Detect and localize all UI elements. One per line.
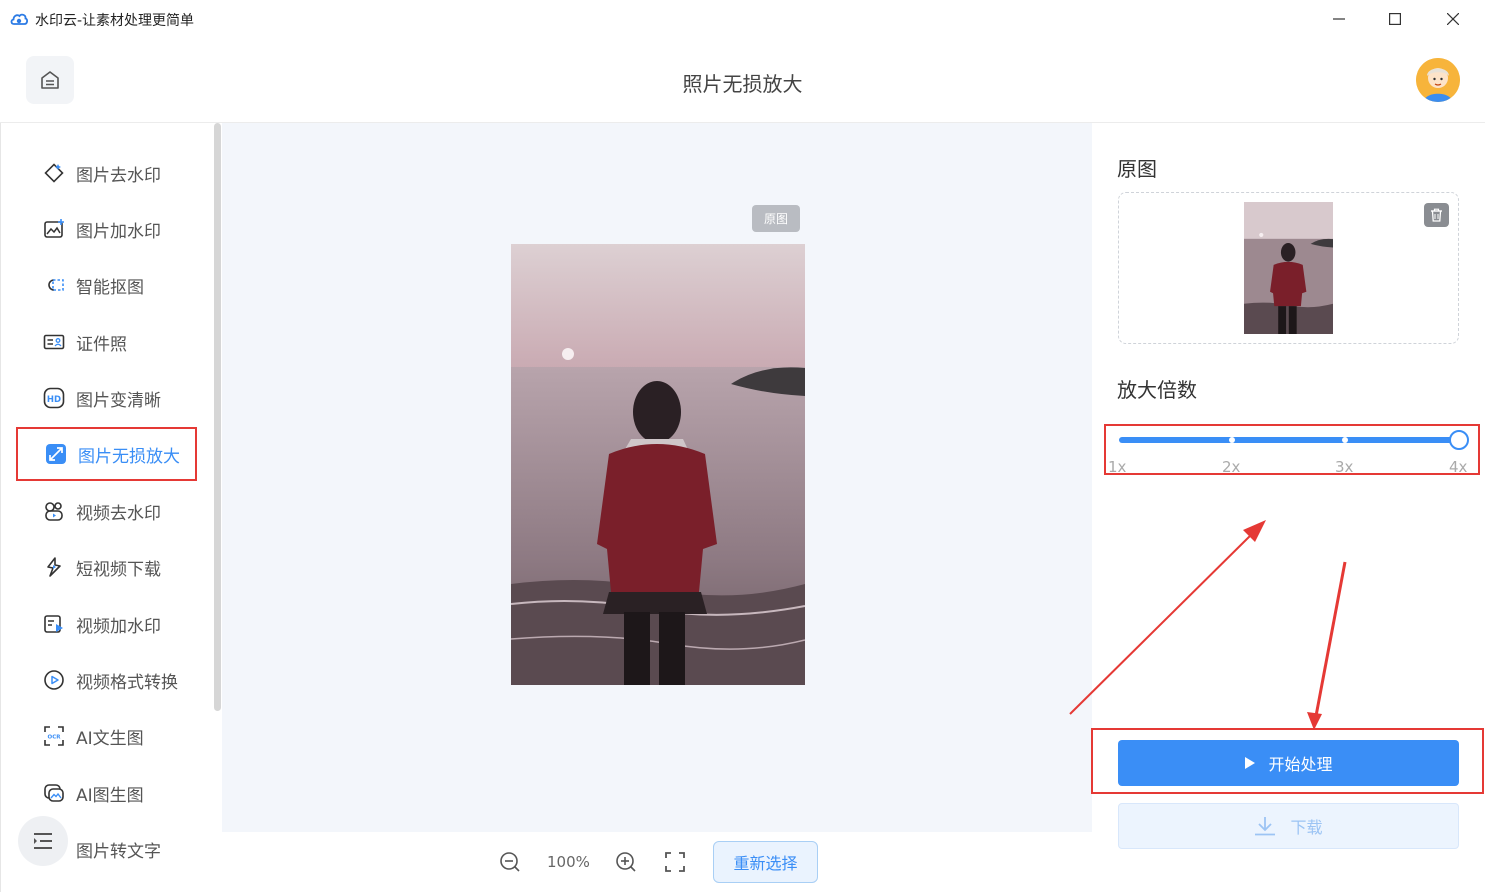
original-section-title: 原图 [1117, 157, 1157, 181]
maximize-button[interactable] [1372, 4, 1418, 34]
reselect-button[interactable]: 重新选择 [713, 841, 818, 883]
sidebar-item-add-image-watermark[interactable]: 图片加水印 [16, 202, 197, 256]
sidebar-item-remove-video-watermark[interactable]: 视频去水印 [16, 484, 197, 538]
ocr-icon: OCR [42, 724, 66, 748]
app-title: 水印云-让素材处理更简单 [35, 13, 195, 29]
minimize-button[interactable] [1316, 4, 1362, 34]
video-add-icon [42, 612, 66, 636]
menu-icon [34, 833, 52, 849]
short-video-icon [42, 555, 66, 579]
page-title: 照片无损放大 [682, 72, 803, 96]
original-thumbnail [1244, 202, 1333, 334]
video-eraser-icon [42, 499, 66, 523]
title-bar: 水印云-让素材处理更简单 [0, 0, 1485, 38]
avatar[interactable] [1416, 58, 1460, 102]
sidebar-scrollbar[interactable] [214, 123, 221, 711]
zoom-in-icon [616, 852, 636, 872]
original-tag: 原图 [752, 205, 800, 232]
fullscreen-button[interactable] [662, 849, 688, 875]
image-add-icon [42, 217, 66, 241]
scale-stop-2x[interactable] [1229, 437, 1235, 443]
preview-image [511, 244, 805, 685]
start-processing-label: 开始处理 [1268, 755, 1333, 774]
close-button[interactable] [1430, 4, 1476, 34]
scale-stop-3x[interactable] [1342, 437, 1348, 443]
enlarge-icon [44, 442, 68, 466]
play-circle-icon [42, 668, 66, 692]
close-icon [1447, 13, 1459, 25]
sidebar-item-add-video-watermark[interactable]: 视频加水印 [16, 597, 197, 651]
fullscreen-icon [665, 852, 685, 872]
zoom-out-button[interactable] [497, 849, 523, 875]
maximize-icon [1389, 13, 1401, 25]
sidebar-item-short-video-download[interactable]: 短视频下载 [16, 540, 197, 594]
cloud-logo-icon [10, 11, 28, 27]
delete-image-button[interactable] [1424, 203, 1449, 227]
eraser-icon [42, 161, 66, 185]
download-button[interactable]: 下载 [1118, 803, 1459, 849]
ai-image-icon [42, 781, 66, 805]
play-icon [1245, 757, 1256, 769]
scale-slider-track[interactable] [1119, 437, 1459, 443]
sidebar-item-image-sharpen[interactable]: HD 图片变清晰 [16, 371, 197, 425]
zoom-out-icon [500, 852, 520, 872]
zoom-level: 100% [547, 853, 590, 871]
id-card-icon [42, 330, 66, 354]
svg-text:HD: HD [47, 395, 61, 405]
hd-icon: HD [42, 386, 66, 410]
sidebar-item-ai-text-to-image[interactable]: OCR AI文生图 [16, 709, 197, 763]
scale-tick-1x: 1x [1108, 458, 1127, 476]
sidebar-item-id-photo[interactable]: 证件照 [16, 315, 197, 369]
svg-text:OCR: OCR [48, 735, 62, 741]
download-label: 下载 [1290, 818, 1323, 837]
sidebar-item-smart-cutout[interactable]: 智能抠图 [16, 258, 197, 312]
zoom-in-button[interactable] [613, 849, 639, 875]
download-icon [1255, 817, 1276, 836]
sidebar-item-video-format-convert[interactable]: 视频格式转换 [16, 653, 197, 707]
user-avatar-icon [1416, 58, 1460, 102]
scale-tick-3x: 3x [1335, 458, 1354, 476]
start-processing-button[interactable]: 开始处理 [1118, 740, 1459, 786]
sidebar-item-lossless-enlarge[interactable]: 图片无损放大 [16, 427, 197, 481]
scale-slider-highlight [1104, 424, 1480, 475]
scale-section-title: 放大倍数 [1117, 378, 1197, 402]
minimize-icon [1333, 18, 1345, 20]
canvas-toolbar [222, 832, 1092, 892]
collapse-menu-button[interactable] [18, 816, 68, 866]
sidebar-item-remove-image-watermark[interactable]: 图片去水印 [16, 146, 197, 200]
scale-slider-handle[interactable] [1449, 430, 1469, 450]
trash-icon [1431, 208, 1442, 222]
cutout-icon [42, 273, 66, 297]
scale-tick-2x: 2x [1222, 458, 1241, 476]
scale-tick-4x: 4x [1449, 458, 1468, 476]
header: 照片无损放大 [0, 38, 1485, 123]
sidebar-item-ai-image-to-image[interactable]: AI图生图 [16, 766, 197, 820]
